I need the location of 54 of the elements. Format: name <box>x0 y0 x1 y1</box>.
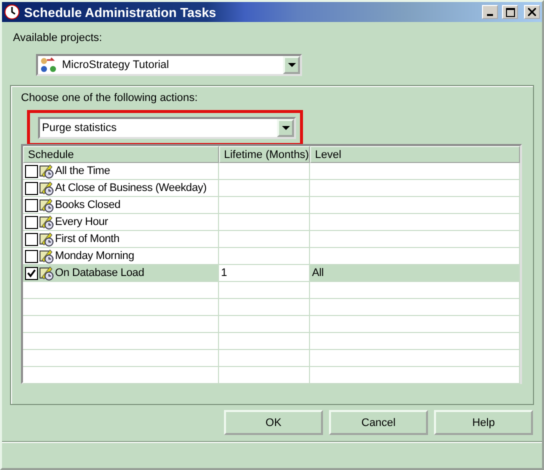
dialog-button[interactable]: Help <box>434 410 533 435</box>
window-title: Schedule Administration Tasks <box>24 4 218 20</box>
checkbox[interactable] <box>25 266 38 280</box>
lifetime-cell[interactable]: 1 <box>219 265 310 282</box>
calendar-icon <box>39 180 54 196</box>
maximize-icon <box>506 8 514 16</box>
minimize-button[interactable] <box>482 5 498 19</box>
level-cell: All <box>310 265 520 282</box>
schedule-name: Monday Morning <box>55 250 134 262</box>
schedule-name: On Database Load <box>55 267 144 279</box>
dropdown-arrow-button[interactable] <box>283 56 300 74</box>
table-row[interactable]: All the Time <box>23 163 219 180</box>
caret-icon <box>288 63 296 67</box>
schedule-name: Every Hour <box>55 216 108 228</box>
maximize-button[interactable] <box>502 5 518 19</box>
clock-icon <box>4 4 20 20</box>
dialog-button[interactable]: Cancel <box>329 410 428 435</box>
action-dropdown[interactable]: Purge statistics <box>38 117 296 139</box>
dialog-button[interactable]: OK <box>224 410 323 435</box>
checkbox[interactable] <box>25 216 38 228</box>
project-icon <box>40 57 58 73</box>
schedule-name: At Close of Business (Weekday) <box>55 182 207 194</box>
actions-label: Choose one of the following actions: <box>21 92 199 104</box>
calendar-icon <box>39 248 54 264</box>
calendar-icon <box>39 232 54 246</box>
calendar-icon <box>39 214 54 230</box>
schedule-name: All the Time <box>55 165 110 177</box>
calendar-icon <box>39 164 54 178</box>
project-dropdown[interactable]: MicroStrategy Tutorial <box>36 54 302 76</box>
column-header[interactable]: Level <box>310 146 520 163</box>
table-row[interactable]: At Close of Business (Weekday) <box>23 180 219 197</box>
table-row[interactable]: Monday Morning <box>23 248 219 265</box>
checkbox[interactable] <box>25 232 38 246</box>
schedule-name: First of Month <box>55 233 120 245</box>
calendar-icon <box>39 266 54 280</box>
action-value: Purge statistics <box>42 122 118 134</box>
close-icon <box>528 8 536 16</box>
calendar-icon <box>39 198 54 212</box>
caret-icon <box>282 126 290 130</box>
projects-label: Available projects: <box>13 32 104 44</box>
column-header[interactable]: Schedule <box>23 146 219 163</box>
checkbox[interactable] <box>25 182 38 194</box>
column-header[interactable]: Lifetime (Months) <box>219 146 310 163</box>
table-row[interactable]: Every Hour <box>23 214 219 231</box>
dropdown-arrow-button[interactable] <box>277 119 294 137</box>
table-row[interactable]: First of Month <box>23 231 219 248</box>
checkbox[interactable] <box>25 198 38 212</box>
table-row[interactable]: Books Closed <box>23 197 219 214</box>
checkbox[interactable] <box>25 250 38 262</box>
checkbox[interactable] <box>25 164 38 178</box>
table-row[interactable]: On Database Load <box>23 265 219 282</box>
close-button[interactable] <box>524 5 540 19</box>
schedule-name: Books Closed <box>55 199 120 211</box>
project-value: MicroStrategy Tutorial <box>62 59 170 71</box>
